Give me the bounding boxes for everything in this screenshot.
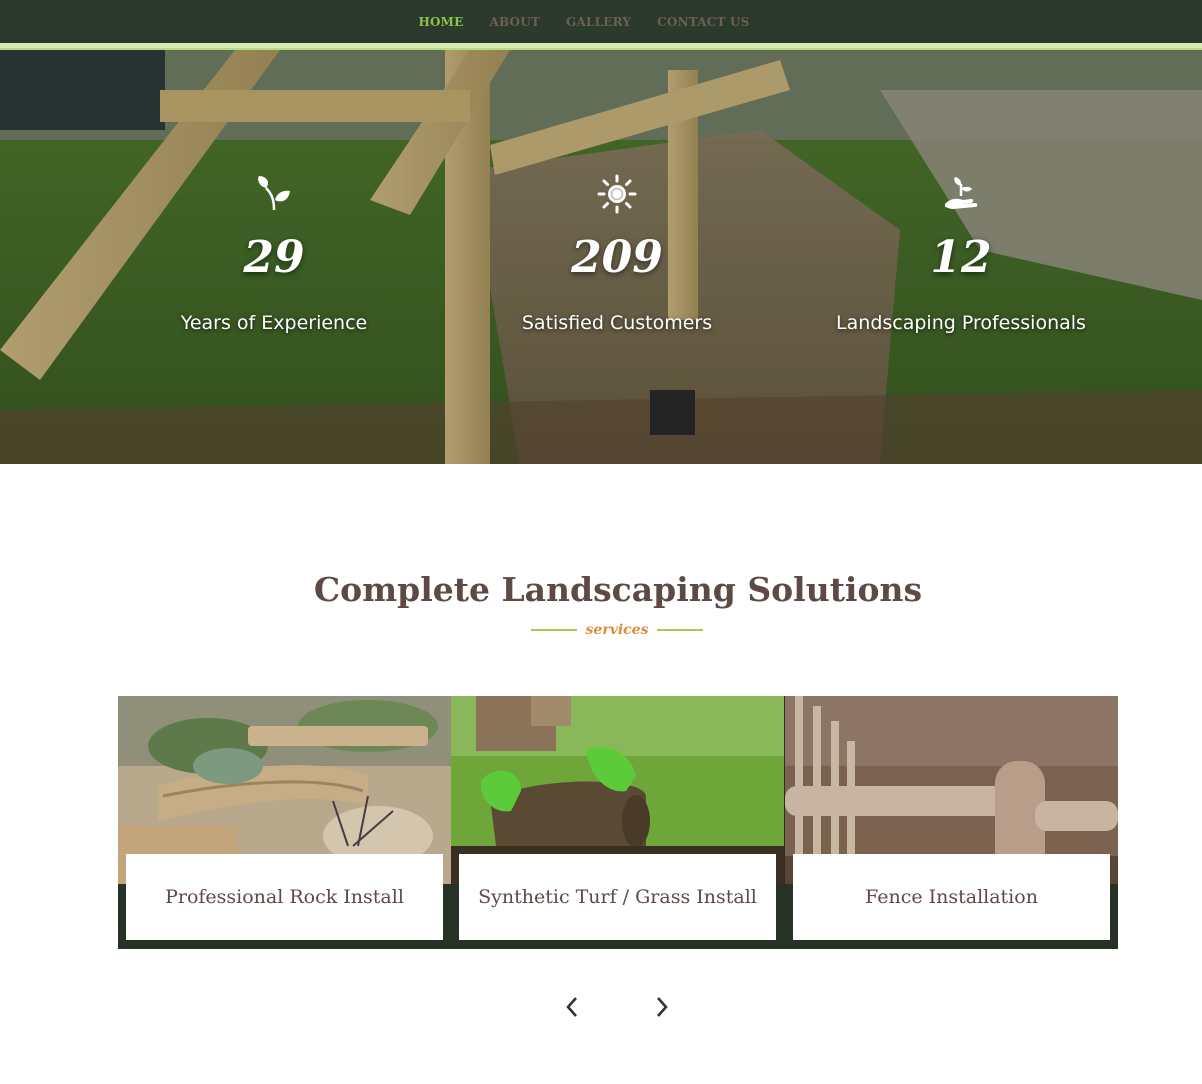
nav-contact-us[interactable]: CONTACT US: [657, 15, 749, 29]
divider-left: [531, 629, 577, 631]
carousel-next-button[interactable]: [647, 992, 677, 1022]
service-card-label[interactable]: Professional Rock Install: [126, 854, 443, 940]
nav-about[interactable]: ABOUT: [489, 15, 540, 29]
carousel-prev-button[interactable]: [557, 992, 587, 1022]
hand-plant-icon: [945, 177, 978, 209]
services-subtitle: services: [531, 620, 703, 640]
stat-value: 209: [571, 232, 663, 283]
service-card-rock-install[interactable]: Professional Rock Install: [118, 696, 451, 949]
hero-stats-section: 29 Years of Experience 209 Satisfied Cus…: [0, 50, 1202, 464]
subtitle-text: services: [585, 622, 649, 638]
stat-value: 12: [930, 232, 992, 283]
service-card-turf-install[interactable]: Synthetic Turf / Grass Install: [451, 696, 784, 949]
sprout-leaf-icon: [258, 176, 290, 211]
header-accent-line: [0, 43, 1202, 50]
stat-label: Landscaping Professionals: [836, 312, 1086, 334]
stat-label: Satisfied Customers: [521, 312, 713, 334]
divider-right: [657, 629, 703, 631]
nav-gallery[interactable]: GALLERY: [566, 15, 631, 29]
sun-icon: [597, 174, 637, 214]
service-card-fence-installation[interactable]: Fence Installation: [785, 696, 1118, 949]
service-card-label[interactable]: Synthetic Turf / Grass Install: [459, 854, 776, 940]
service-card-label[interactable]: Fence Installation: [793, 854, 1110, 940]
main-nav: HOME ABOUT GALLERY CONTACT US: [0, 0, 1202, 43]
stat-value: 29: [243, 232, 305, 283]
nav-home[interactable]: HOME: [418, 15, 463, 29]
services-heading: Complete Landscaping Solutions: [313, 570, 923, 609]
stat-label: Years of Experience: [180, 312, 368, 334]
services-carousel: Professional Rock Install Synthetic Turf…: [118, 696, 1118, 949]
chevron-left-icon: [566, 997, 577, 1017]
chevron-right-icon: [657, 997, 668, 1017]
